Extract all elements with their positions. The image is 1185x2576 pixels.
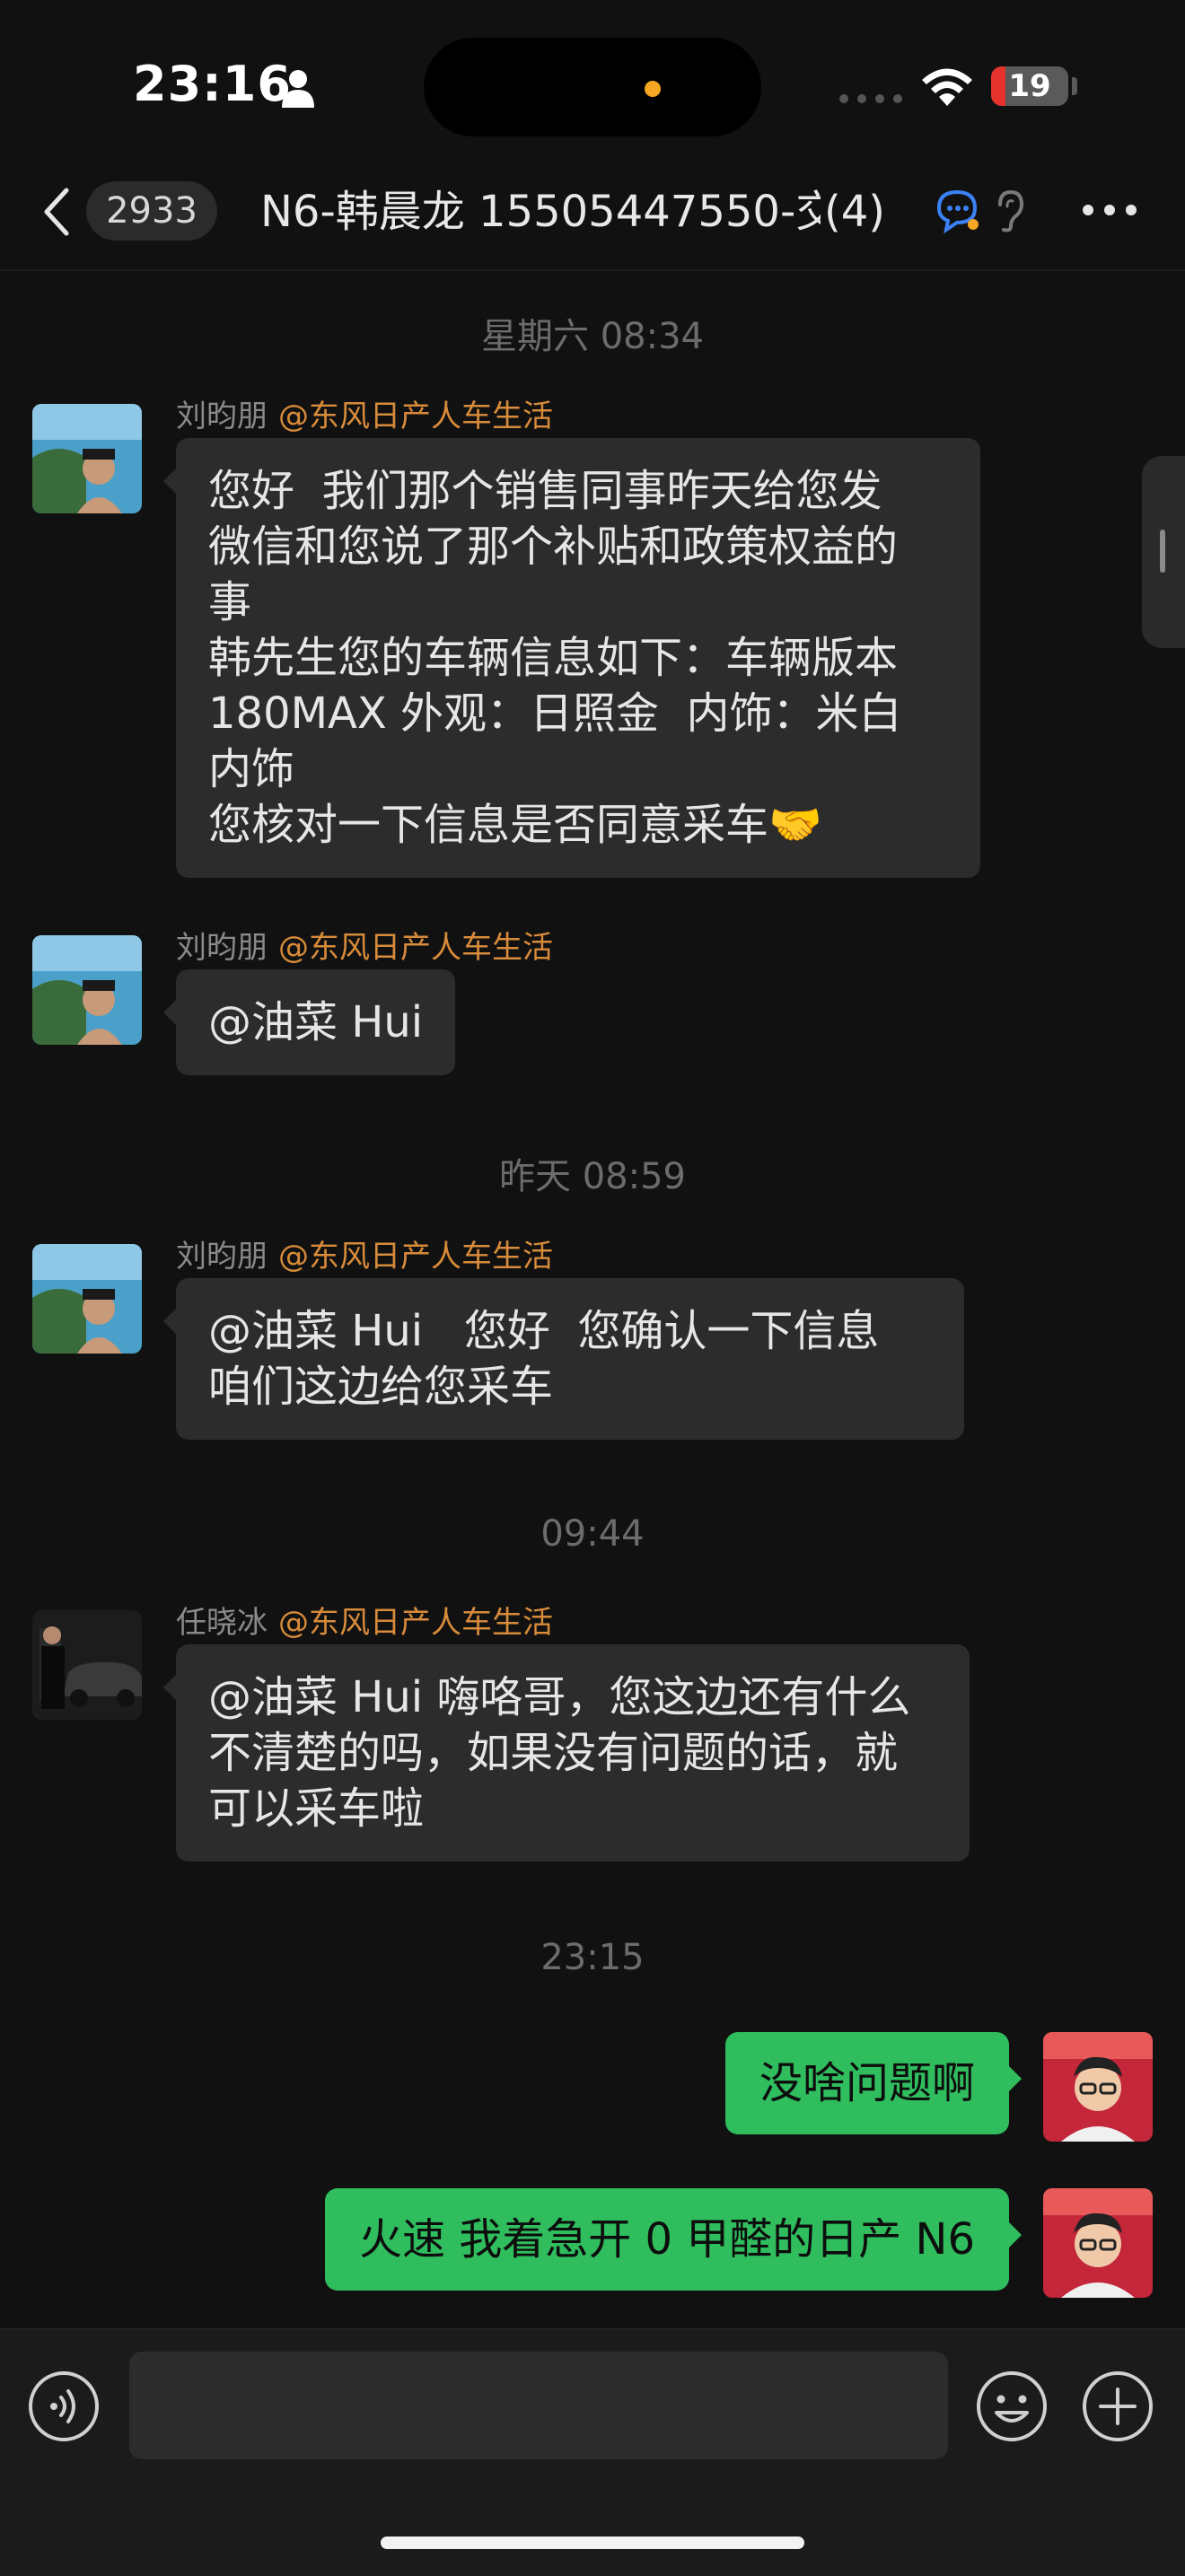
sender-label: 任晓冰 @东风日产人车生活 [176,1598,553,1642]
avatar[interactable] [32,1610,142,1720]
message-bubble[interactable]: 您好 我们那个销售同事昨天给您发 微信和您说了那个补贴和政策权益的 事 韩先生您… [163,438,980,878]
timestamp: 09:44 [540,1513,645,1555]
member-count: (4) [821,180,885,244]
timestamp: 星期六 08:34 [481,316,704,357]
sender-label: 刘昀朋 @东风日产人车生活 [176,1231,553,1275]
message-bubble-outgoing[interactable]: 没啥问题啊 [724,2032,1023,2134]
group-tag[interactable]: @东风日产人车生活 [278,399,553,434]
sender-label: 刘昀朋 @东风日产人车生活 [176,923,553,967]
drawer-grip [1160,530,1165,573]
avatar[interactable] [32,1244,142,1354]
timestamp: 23:15 [540,1937,645,1978]
battery-cap [1072,77,1077,95]
group-tag[interactable]: @东风日产人车生活 [278,1239,553,1275]
timestamp: 昨天 08:59 [499,1156,686,1197]
battery-level: 19 [1008,68,1051,104]
cellular-signal-icon [839,94,902,103]
message-bubble-outgoing[interactable]: 火速 我着急开 0 甲醛的日产 N6 [324,2188,1023,2291]
mic-indicator-icon [645,81,661,97]
wifi-icon [922,68,972,106]
sender-name: 刘昀朋 [176,1239,268,1275]
avatar[interactable] [32,404,142,513]
emoji-icon[interactable] [975,2370,1049,2443]
person-icon [282,70,314,108]
dynamic-island [424,38,761,136]
self-avatar[interactable] [1043,2188,1153,2298]
sender-name: 刘昀朋 [176,930,268,966]
ear-icon [998,189,1024,232]
more-icon[interactable] [1081,203,1138,217]
avatar[interactable] [32,935,142,1045]
home-indicator[interactable] [381,2537,804,2549]
sender-label: 刘昀朋 @东风日产人车生活 [176,391,553,435]
unread-count-badge[interactable]: 2933 [86,181,217,241]
group-tag[interactable]: @东风日产人车生活 [278,930,553,966]
message-input[interactable] [129,2352,948,2459]
message-bubble[interactable]: @油菜 Hui [162,969,456,1075]
sender-name: 任晓冰 [176,1605,268,1641]
chevron-left-icon[interactable] [40,185,72,239]
plus-icon[interactable] [1081,2370,1154,2443]
group-tag[interactable]: @东风日产人车生活 [278,1605,553,1641]
message-bubble[interactable]: @油菜 Hui 嗨咯哥，您这边还有什么 不清楚的吗，如果没有问题的话，就 可以采… [163,1644,970,1862]
self-avatar[interactable] [1043,2032,1153,2142]
status-time: 23:16 [133,56,292,112]
voice-icon[interactable] [27,2370,101,2443]
customer-service-icon[interactable] [934,188,982,233]
sender-name: 刘昀朋 [176,399,268,434]
message-bubble[interactable]: @油菜 Hui 您好 您确认一下信息 咱们这边给您采车 [163,1278,964,1440]
battery-indicator: 19 [991,66,1068,106]
